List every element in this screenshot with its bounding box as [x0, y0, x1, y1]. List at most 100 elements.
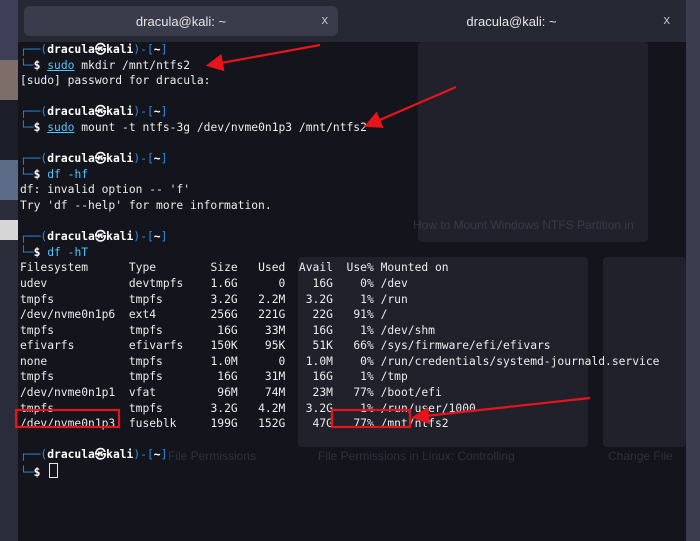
df-cell: 1% — [339, 401, 374, 415]
tab-inactive[interactable]: dracula@kali: ~ x — [343, 6, 680, 36]
prompt-frame: ┌──( — [20, 152, 48, 166]
df-cell: 22G — [292, 308, 333, 322]
prompt-frame: )-[ — [133, 105, 154, 119]
prompt-user: dracula — [47, 448, 95, 462]
command-text: mount -t ntfs-3g /dev/nvme0n1p3 /mnt/ntf… — [74, 120, 367, 134]
prompt-host: kali — [106, 152, 134, 166]
df-cell: 199G — [203, 417, 238, 431]
prompt-at: ㉿ — [94, 448, 107, 462]
close-icon[interactable]: x — [322, 12, 329, 27]
df-cell: /dev/nvme0n1p1 — [20, 386, 123, 400]
df-row: /dev/nvme0n1p1 vfat 96M 74M 23M 77% /boo… — [20, 385, 659, 401]
terminal-screen[interactable]: How to Mount Windows NTFS Partition in F… — [18, 42, 686, 541]
df-cell: 3.2G — [292, 292, 333, 306]
df-cell: 16G — [292, 370, 333, 384]
df-cell: 74M — [244, 386, 286, 400]
df-cell: /sys/firmware/efi/efivars — [380, 339, 551, 353]
df-cell: 96M — [203, 386, 238, 400]
tab-active[interactable]: dracula@kali: ~ x — [24, 6, 338, 36]
terminal-line: [sudo] password for dracula: — [20, 73, 659, 89]
df-cell: /run/user/1000 — [380, 401, 476, 415]
df-cell: 16G — [203, 370, 238, 384]
df-cell: none — [20, 354, 123, 368]
terminal-line: ┌──(dracula㉿kali)-[~] — [20, 151, 659, 167]
df-row: /dev/nvme0n1p6 ext4 256G 221G 22G 91% / — [20, 307, 659, 323]
output-line: [sudo] password for dracula: — [20, 74, 211, 88]
prompt-frame: ┌──( — [20, 230, 48, 244]
prompt-cwd: ~ — [153, 448, 161, 462]
prompt-host: kali — [106, 43, 134, 56]
prompt-frame: )-[ — [133, 230, 154, 244]
tab-bar: dracula@kali: ~ x dracula@kali: ~ x — [18, 0, 686, 42]
df-row: none tmpfs 1.0M 0 1.0M 0% /run/credentia… — [20, 354, 659, 370]
df-cell: /run/credentials/systemd-journald.servic… — [380, 354, 660, 368]
prompt-frame: └─ — [20, 167, 34, 181]
terminal-line: └─$ sudo mount -t ntfs-3g /dev/nvme0n1p3… — [20, 120, 659, 136]
terminal-line: └─$ df -hf — [20, 167, 659, 183]
close-icon[interactable]: x — [664, 12, 671, 27]
sudo-keyword: sudo — [47, 58, 75, 72]
df-row: tmpfs tmpfs 3.2G 4.2M 3.2G 1% /run/user/… — [20, 401, 659, 417]
prompt-user: dracula — [47, 152, 95, 166]
terminal-line: ┌──(dracula㉿kali)-[~] — [20, 229, 659, 245]
terminal-line: df: invalid option -- 'f' — [20, 182, 659, 198]
df-cell: /tmp — [380, 370, 408, 384]
command-text: df -hT — [47, 245, 89, 259]
df-cell: /boot/efi — [380, 386, 442, 400]
prompt-frame: ] — [160, 230, 168, 244]
prompt-user: dracula — [47, 230, 95, 244]
prompt-at: ㉿ — [94, 43, 107, 56]
command-text: df -hf — [47, 167, 89, 181]
df-cell: /mnt/ntfs2 — [380, 417, 449, 431]
df-header-cell: Filesystem — [20, 261, 123, 275]
prompt-at: ㉿ — [94, 230, 107, 244]
prompt-frame: ┌──( — [20, 43, 48, 56]
df-cell: 0% — [339, 276, 374, 290]
df-header-cell: Type — [128, 261, 197, 275]
df-cell: 95K — [244, 339, 286, 353]
terminal-window[interactable]: dracula@kali: ~ x dracula@kali: ~ x How … — [18, 0, 686, 541]
df-cell: ext4 — [128, 308, 197, 322]
df-cell: 31M — [244, 370, 286, 384]
output-line: Try 'df --help' for more information. — [20, 198, 272, 212]
df-cell: /dev — [380, 276, 408, 290]
df-cell: /dev/nvme0n1p6 — [20, 308, 123, 322]
df-cell: tmpfs — [128, 292, 197, 306]
desktop-left-edge — [0, 0, 18, 541]
df-cell: efivarfs — [20, 339, 123, 353]
df-cell: 3.2G — [203, 401, 238, 415]
prompt-frame: )-[ — [133, 448, 154, 462]
prompt-frame: ┌──( — [20, 105, 48, 119]
